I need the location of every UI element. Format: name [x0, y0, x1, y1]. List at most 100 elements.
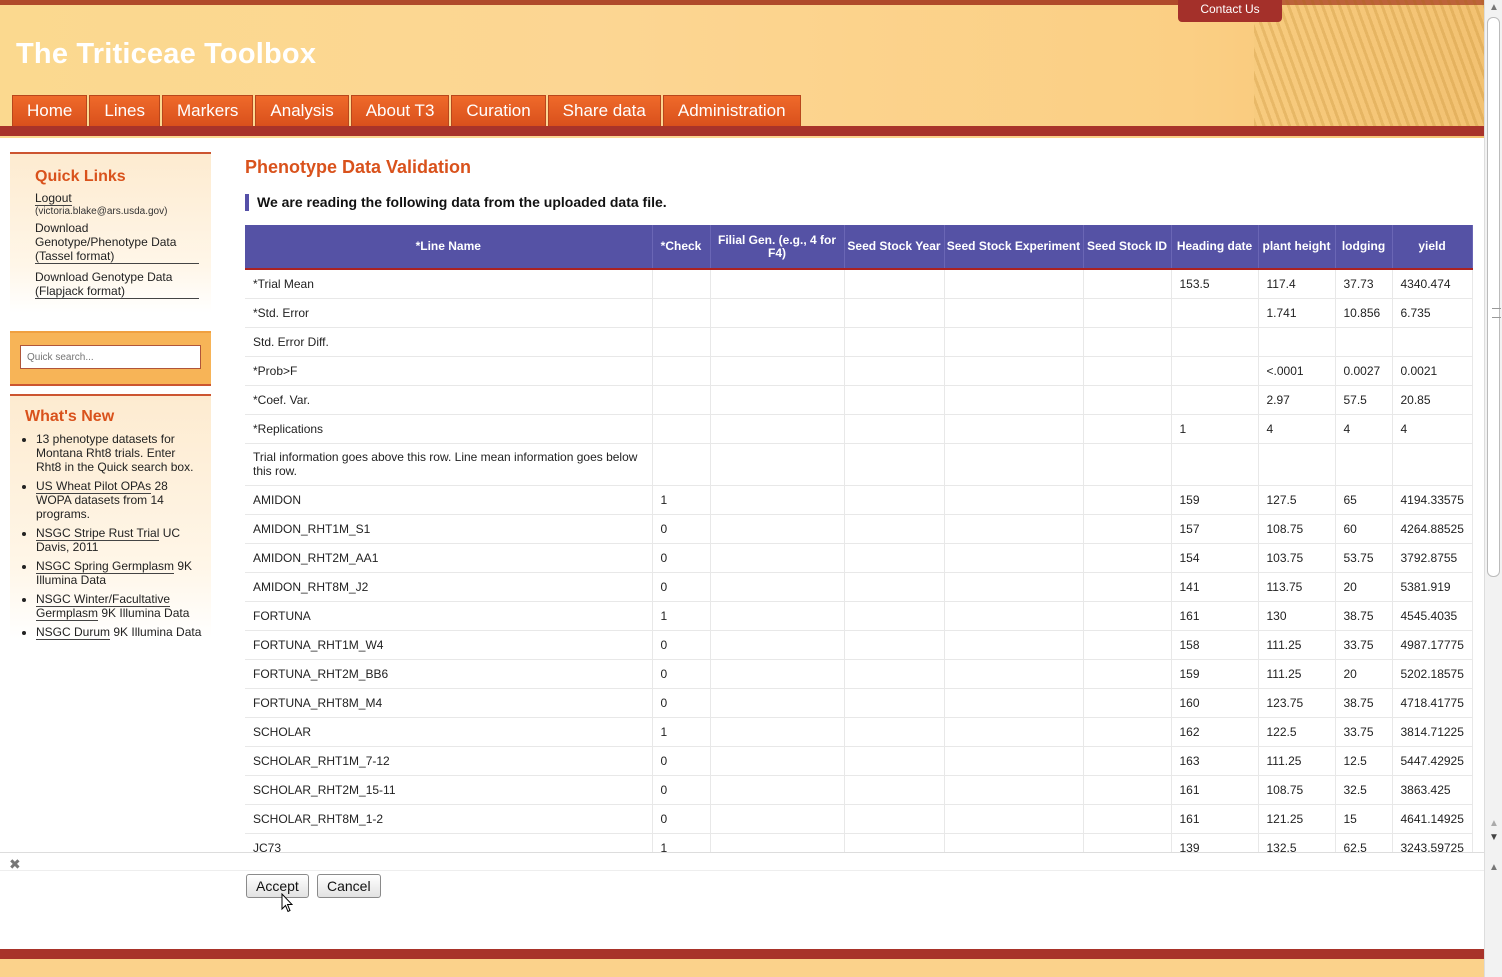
data-table-container[interactable]: *Line Name *Check Filial Gen. (e.g., 4 for… — [245, 225, 1473, 852]
cancel-button[interactable]: Cancel — [317, 874, 381, 898]
column-header: Seed Stock Year — [844, 225, 945, 270]
table-cell: 4987.17775 — [1392, 630, 1473, 660]
table-cell: 3243.59725 — [1392, 833, 1473, 852]
table-cell: 121.25 — [1258, 804, 1336, 834]
table-cell: *Prob>F — [245, 356, 653, 386]
column-header: lodging — [1335, 225, 1393, 270]
table-cell: 20.85 — [1392, 385, 1473, 415]
table-cell: 127.5 — [1258, 485, 1336, 515]
table-cell — [1171, 327, 1259, 357]
table-cell — [710, 543, 845, 573]
table-cell — [1083, 833, 1172, 852]
scrollbar-thumb[interactable] — [1487, 17, 1501, 577]
news-item: NSGC Spring Germplasm 9K Illumina Data — [36, 559, 203, 587]
table-cell: 38.75 — [1335, 601, 1393, 631]
table-row: *Coef. Var. 2.97 57.5 20.85 — [245, 385, 1473, 415]
table-cell: *Replications — [245, 414, 653, 444]
table-cell — [1171, 443, 1259, 486]
nav-administration[interactable]: Administration — [662, 95, 801, 126]
table-cell — [844, 543, 945, 573]
table-cell: 0.0027 — [1335, 356, 1393, 386]
table-cell — [1083, 414, 1172, 444]
nav-lines[interactable]: Lines — [89, 95, 160, 126]
table-cell — [844, 414, 945, 444]
phenotype-table: *Line Name *Check Filial Gen. (e.g., 4 for… — [245, 225, 1473, 852]
table-cell: *Coef. Var. — [245, 385, 653, 415]
table-row: FORTUNA_RHT2M_BB6 0 159 111.25 20 5202.18575 — [245, 659, 1473, 689]
table-cell: 3792.8755 — [1392, 543, 1473, 573]
nav-analysis[interactable]: Analysis — [255, 95, 349, 126]
table-cell — [1171, 356, 1259, 386]
table-cell — [710, 485, 845, 515]
table-cell — [944, 543, 1084, 573]
news-link[interactable]: US Wheat Pilot OPAs — [36, 479, 152, 494]
table-cell — [844, 298, 945, 328]
table-cell — [944, 356, 1084, 386]
grip-icon — [1492, 308, 1501, 318]
scroll-up-arrow-icon[interactable]: ▲ — [1489, 818, 1499, 829]
table-cell — [944, 630, 1084, 660]
table-cell: 153.5 — [1171, 269, 1259, 299]
table-cell: 130 — [1258, 601, 1336, 631]
table-cell: 3863.425 — [1392, 775, 1473, 805]
nav-curation[interactable]: Curation — [451, 95, 546, 126]
table-cell: FORTUNA_RHT8M_M4 — [245, 688, 653, 718]
table-body: *Trial Mean 153.5 117.4 37.73 4340.474 *Std. … — [245, 269, 1473, 852]
table-cell — [944, 327, 1084, 357]
table-cell: 159 — [1171, 485, 1259, 515]
table-cell — [710, 385, 845, 415]
table-row: Trial information goes above this row. L… — [245, 443, 1473, 486]
table-cell: 57.5 — [1335, 385, 1393, 415]
quick-links-title: Quick Links — [35, 168, 126, 185]
news-list: 13 phenotype datasets for Montana Rht8 t… — [25, 432, 203, 640]
contact-us-link[interactable]: Contact Us — [1178, 0, 1282, 22]
scroll-down-arrow-icon[interactable]: ▼ — [1489, 832, 1499, 843]
table-cell: 1.741 — [1258, 298, 1336, 328]
table-cell — [710, 414, 845, 444]
table-cell — [1083, 269, 1172, 299]
table-cell: 108.75 — [1258, 775, 1336, 805]
news-link[interactable]: NSGC Spring Germplasm — [36, 559, 175, 574]
nav-markers[interactable]: Markers — [162, 95, 254, 126]
nav-home[interactable]: Home — [12, 95, 88, 126]
scroll-up-arrow-icon[interactable]: ▲ — [1489, 2, 1499, 13]
nav-about[interactable]: About T3 — [350, 95, 450, 126]
table-cell: 5381.919 — [1392, 572, 1473, 602]
table-cell — [1083, 385, 1172, 415]
table-cell: 163 — [1171, 746, 1259, 776]
table-cell — [1083, 717, 1172, 747]
scroll-up-arrow-icon[interactable]: ▲ — [1489, 862, 1499, 873]
download-flapjack-link[interactable]: Download Genotype Data (Flapjack format) — [35, 270, 199, 299]
table-cell — [710, 356, 845, 386]
table-cell — [944, 804, 1084, 834]
table-cell: 123.75 — [1258, 688, 1336, 718]
table-cell — [1083, 572, 1172, 602]
table-cell: 154 — [1171, 543, 1259, 573]
table-cell: 161 — [1171, 775, 1259, 805]
news-item: NSGC Winter/Facultative Germplasm 9K Ill… — [36, 592, 203, 621]
site-title[interactable]: The Triticeae Toolbox — [16, 38, 316, 71]
table-cell: JC73 — [245, 833, 653, 852]
accept-button[interactable]: Accept — [246, 874, 309, 898]
news-link[interactable]: NSGC Durum — [36, 625, 111, 640]
page-scrollbar[interactable]: ▲ ▲ ▼ ▲ — [1484, 0, 1502, 977]
page-title: Phenotype Data Validation — [245, 157, 472, 177]
table-cell: Std. Error Diff. — [245, 327, 653, 357]
table-cell: 0 — [652, 630, 711, 660]
table-row: SCHOLAR 1 162 122.5 33.75 3814.71225 — [245, 717, 1473, 747]
table-cell: 53.75 — [1335, 543, 1393, 573]
news-link[interactable]: NSGC Stripe Rust Trial — [36, 526, 160, 541]
table-cell: 0 — [652, 746, 711, 776]
sidebar: Quick Links Logout (victoria.blake@ars.u… — [10, 152, 211, 644]
table-cell — [1258, 327, 1336, 357]
quick-search-input[interactable] — [20, 345, 201, 369]
table-cell — [710, 775, 845, 805]
logout-link[interactable]: Logout — [35, 191, 72, 206]
table-cell — [844, 514, 945, 544]
download-tassel-link[interactable]: Download Genotype/Phenotype Data (Tassel… — [35, 221, 199, 264]
table-cell — [1083, 601, 1172, 631]
table-cell: FORTUNA — [245, 601, 653, 631]
table-cell — [652, 414, 711, 444]
nav-share-data[interactable]: Share data — [547, 95, 661, 126]
table-cell — [944, 659, 1084, 689]
